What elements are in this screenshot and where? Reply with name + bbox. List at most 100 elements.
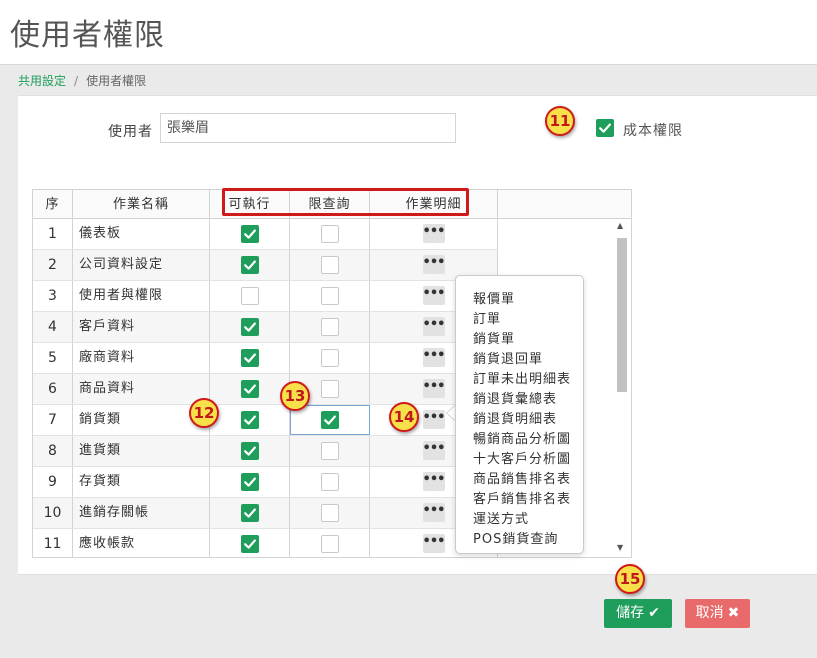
page-title: 使用者權限 [10,18,165,53]
table-row: 8 進貨類 ••• [33,436,498,467]
step-badge-14: 14 [389,402,419,432]
query-cell [290,436,370,466]
step-badge-11: 11 [545,106,575,136]
execute-checkbox[interactable] [240,410,259,429]
x-icon: ✖ [727,605,740,621]
row-number: 4 [33,312,73,342]
popover-item[interactable]: 運送方式 [473,508,529,527]
popover-item[interactable]: POS銷貨查詢 [473,528,558,547]
popover-item[interactable]: 暢銷商品分析圖 [473,428,571,447]
execute-checkbox[interactable] [240,224,259,243]
detail-more-button[interactable]: ••• [422,255,445,274]
scroll-up-arrow-icon[interactable]: ▲ [617,221,623,230]
popover-item[interactable]: 十大客戶分析圖 [473,448,571,467]
row-number: 6 [33,374,73,404]
execute-checkbox[interactable] [240,255,259,274]
cancel-button-label: 取消 [695,605,724,621]
detail-cell: ••• [370,219,498,249]
check-icon [243,229,256,239]
check-icon [243,260,256,270]
user-input[interactable]: 張樂眉 [160,113,456,143]
breadcrumb-parent-link[interactable]: 共用設定 [18,74,66,88]
query-only-checkbox[interactable] [320,317,339,336]
popover-item[interactable]: 銷貨退回單 [473,348,543,367]
check-icon [243,353,256,363]
detail-more-button[interactable]: ••• [422,534,445,553]
row-number: 8 [33,436,73,466]
detail-more-button[interactable]: ••• [422,286,445,305]
popover-item[interactable]: 訂單未出明細表 [473,368,571,387]
execute-cell [210,405,290,435]
query-cell [290,343,370,373]
execute-checkbox[interactable] [240,379,259,398]
row-task-name: 儀表板 [73,219,210,249]
popover-item[interactable]: 銷退貨彙總表 [473,388,557,407]
execute-cell [210,529,290,557]
popover-item[interactable]: 銷貨單 [473,328,515,347]
query-only-checkbox[interactable] [320,255,339,274]
save-button-label: 儲存 [616,605,645,621]
cancel-button[interactable]: 取消 ✖ [685,599,750,628]
execute-checkbox[interactable] [240,317,259,336]
query-cell [290,281,370,311]
execute-checkbox[interactable] [240,348,259,367]
execute-checkbox[interactable] [240,534,259,553]
query-only-checkbox[interactable] [320,441,339,460]
scroll-thumb[interactable] [617,238,627,392]
save-button[interactable]: 儲存 ✔ [604,599,672,628]
popover-item[interactable]: 報價單 [473,288,515,307]
query-cell [290,467,370,497]
detail-more-button[interactable]: ••• [422,503,445,522]
check-icon [243,508,256,518]
table-row: 4 客戶資料 ••• [33,312,498,343]
row-number: 10 [33,498,73,528]
detail-more-button[interactable]: ••• [422,410,445,429]
table-row: 3 使用者與權限 ••• [33,281,498,312]
execute-checkbox[interactable] [240,503,259,522]
query-only-checkbox[interactable] [320,410,339,429]
execute-cell [210,467,290,497]
scroll-down-arrow-icon[interactable]: ▼ [617,543,623,552]
popover-item[interactable]: 銷退貨明細表 [473,408,557,427]
execute-checkbox[interactable] [240,286,259,305]
cost-permission-checkbox[interactable] [596,119,614,137]
row-number: 2 [33,250,73,280]
detail-more-button[interactable]: ••• [422,317,445,336]
check-icon [243,415,256,425]
detail-more-button[interactable]: ••• [422,441,445,460]
row-number: 5 [33,343,73,373]
table-row: 9 存貨類 ••• [33,467,498,498]
row-task-name: 公司資料設定 [73,250,210,280]
execute-cell [210,281,290,311]
query-cell [290,250,370,280]
check-icon [599,123,611,133]
breadcrumb: 共用設定 / 使用者權限 [18,72,146,89]
query-only-checkbox[interactable] [320,534,339,553]
detail-more-button[interactable]: ••• [422,472,445,491]
cost-permission-label: 成本權限 [623,123,683,139]
detail-popover: 報價單 訂單 銷貨單 銷貨退回單 訂單未出明細表 銷退貨彙總表 銷退貨明細表 暢銷商品分析圖十… [455,275,584,554]
popover-item[interactable]: 客戶銷售排名表 [473,488,571,507]
detail-more-button[interactable]: ••• [422,379,445,398]
query-only-checkbox[interactable] [320,503,339,522]
popover-item[interactable]: 商品銷售排名表 [473,468,571,487]
check-icon [243,322,256,332]
query-only-checkbox[interactable] [320,472,339,491]
table-row: 11 應收帳款 ••• [33,529,498,557]
execute-checkbox[interactable] [240,441,259,460]
popover-item[interactable]: 訂單 [473,308,501,327]
query-only-checkbox[interactable] [320,379,339,398]
step-badge-13: 13 [280,381,310,411]
table-row: 6 商品資料 ••• [33,374,498,405]
table-body: 1 儀表板 ••• 2 公司資料設定 ••• 3 使用者與權限 ••• 4 客戶資料 ••• 5 廠商資料… [33,219,498,557]
execute-checkbox[interactable] [240,472,259,491]
detail-more-button[interactable]: ••• [422,348,445,367]
query-only-checkbox[interactable] [320,348,339,367]
row-number: 7 [33,405,73,435]
query-only-checkbox[interactable] [320,286,339,305]
row-task-name: 客戶資料 [73,312,210,342]
detail-more-button[interactable]: ••• [422,224,445,243]
execute-cell [210,312,290,342]
table-scrollbar[interactable]: ▲ ▼ [613,220,630,554]
query-only-checkbox[interactable] [320,224,339,243]
